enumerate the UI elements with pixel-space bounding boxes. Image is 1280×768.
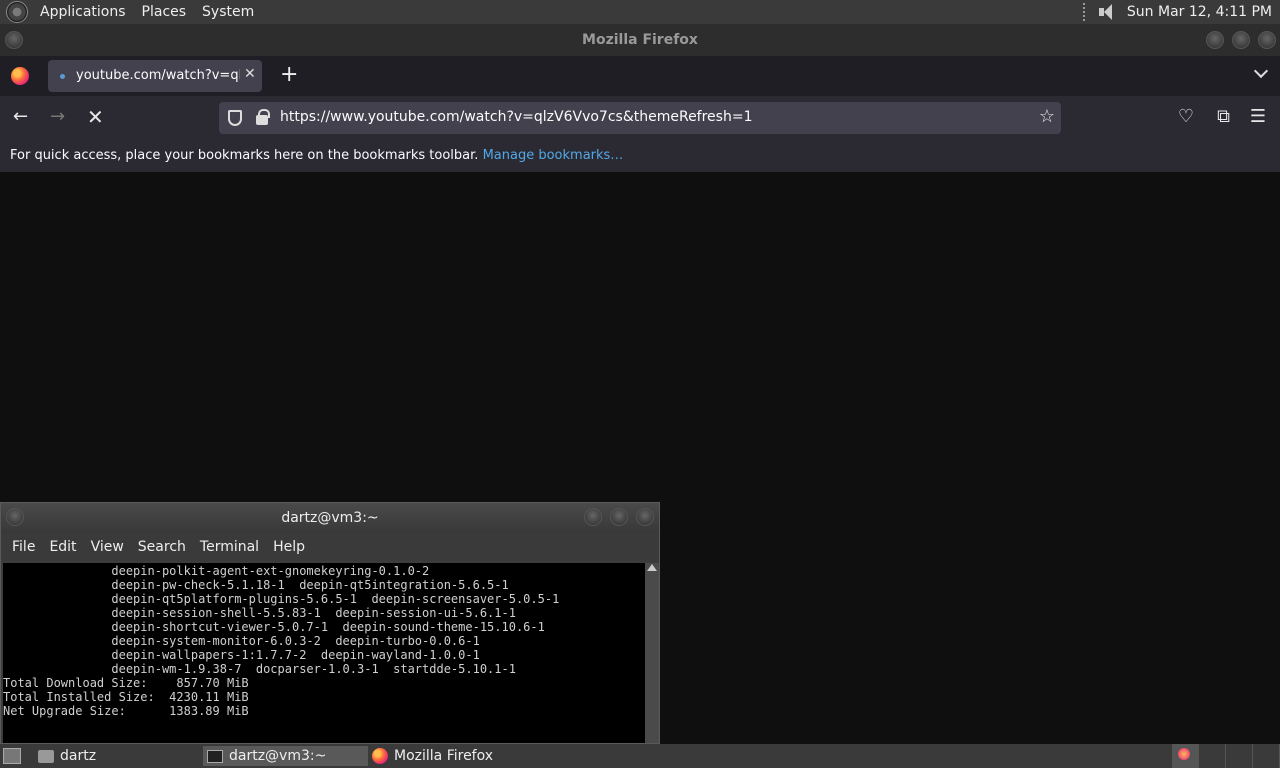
workspace-3[interactable] [1226,744,1253,768]
terminal-line: deepin-qt5platform-plugins-5.6.5-1 deepi… [3,592,560,606]
menu-edit[interactable]: Edit [42,539,83,555]
close-window-button[interactable] [1258,31,1276,49]
firefox-titlebar[interactable]: Mozilla Firefox [0,24,1280,56]
stop-loading-icon[interactable]: ✕ [87,106,104,128]
menu-help[interactable]: Help [266,539,312,555]
firefox-view-icon[interactable] [11,67,29,85]
taskbar-label: dartz@vm3:~ [229,748,327,764]
menu-file[interactable]: File [5,539,42,555]
taskbar-item-terminal[interactable]: dartz@vm3:~ [203,746,368,766]
forward-icon[interactable]: → [50,106,65,128]
panel-tray: Sun Mar 12, 4:11 PM [1082,0,1272,24]
firefox-icon [372,748,388,764]
manage-bookmarks-link[interactable]: Manage bookmarks… [483,148,624,163]
terminal-title: dartz@vm3:~ [281,510,379,526]
terminal-maximize-button[interactable] [610,508,628,526]
desktop: Applications Places System Sun Mar 12, 4… [0,0,1280,768]
bottom-panel: dartz dartz@vm3:~ Mozilla Firefox [0,744,1280,768]
menu-view[interactable]: View [84,539,131,555]
terminal-line: deepin-polkit-agent-ext-gnomekeyring-0.1… [3,564,430,578]
system-menu[interactable]: System [194,0,262,24]
terminal-line: deepin-wm-1.9.38-7 docparser-1.0.3-1 sta… [3,662,516,676]
back-icon[interactable]: ← [13,106,28,128]
terminal-line: Net Upgrade Size: 1383.89 MiB [3,704,249,718]
menu-terminal[interactable]: Terminal [193,539,266,555]
address-bar[interactable]: https://www.youtube.com/watch?v=qlzV6Vvo… [219,102,1061,134]
tab-title: youtube.com/watch?v=qlzV6 [76,68,240,83]
new-tab-icon[interactable]: + [280,62,298,88]
folder-icon [38,749,54,763]
tracking-protection-shield-icon[interactable] [228,110,242,126]
bookmarks-toolbar: For quick access, place your bookmarks h… [0,140,1280,172]
top-panel: Applications Places System Sun Mar 12, 4… [0,0,1280,24]
bookmarks-hint: For quick access, place your bookmarks h… [10,148,479,163]
terminal-line: deepin-system-monitor-6.0.3-2 deepin-tur… [3,634,480,648]
url-text[interactable]: https://www.youtube.com/watch?v=qlzV6Vvo… [280,109,752,125]
workspace-2[interactable] [1199,744,1226,768]
menu-search[interactable]: Search [131,539,193,555]
maximize-button[interactable] [1232,31,1250,49]
terminal-menubar: File Edit View Search Terminal Help [1,533,659,561]
distro-logo-icon[interactable] [6,1,28,23]
close-tab-icon[interactable]: ✕ [244,66,256,82]
volume-icon[interactable] [1097,3,1117,21]
terminal-output[interactable]: deepin-polkit-agent-ext-gnomekeyring-0.1… [3,563,645,743]
extensions-icon[interactable]: ⧉ [1217,106,1230,128]
lock-icon[interactable] [256,109,270,125]
taskbar-label: Mozilla Firefox [394,748,494,764]
bookmark-star-icon[interactable]: ☆ [1039,106,1055,127]
taskbar-item-firefox[interactable]: Mozilla Firefox [372,746,493,766]
scroll-up-arrow-icon[interactable] [647,564,657,571]
terminal-titlebar[interactable]: dartz@vm3:~ [1,503,659,533]
applications-menu[interactable]: Applications [32,0,134,24]
panel-handle [1082,3,1087,21]
taskbar-label: dartz [60,748,97,764]
tab-bar: youtube.com/watch?v=qlzV6 ✕ + [0,56,1280,96]
show-desktop-icon[interactable] [3,748,21,764]
terminal-line: deepin-session-shell-5.5.83-1 deepin-ses… [3,606,516,620]
terminal-icon [207,749,223,763]
list-all-tabs-icon[interactable] [1253,63,1269,79]
pocket-icon[interactable]: ♡ [1178,106,1194,128]
terminal-line: deepin-wallpapers-1:1.7.7-2 deepin-wayla… [3,648,480,662]
terminal-minimize-button[interactable] [584,508,602,526]
loading-indicator-icon [60,74,65,79]
places-menu[interactable]: Places [134,0,195,24]
minimize-button[interactable] [1206,31,1224,49]
terminal-scrollbar[interactable] [645,563,659,743]
workspace-switcher[interactable] [1172,744,1280,768]
terminal-close-button[interactable] [636,508,654,526]
window-title: Mozilla Firefox [582,32,698,48]
terminal-line: deepin-shortcut-viewer-5.0.7-1 deepin-so… [3,620,545,634]
workspace-4[interactable] [1253,744,1280,768]
terminal-window: dartz@vm3:~ File Edit View Search Termin… [0,502,660,744]
taskbar-item-file-manager[interactable]: dartz [38,746,96,766]
terminal-line: deepin-pw-check-5.1.18-1 deepin-qt5integ… [3,578,509,592]
hamburger-menu-icon[interactable]: ☰ [1250,106,1266,128]
workspace-1[interactable] [1172,744,1199,768]
clock[interactable]: Sun Mar 12, 4:11 PM [1127,4,1272,20]
tab-youtube[interactable]: youtube.com/watch?v=qlzV6 ✕ [48,60,262,92]
terminal-line: Total Installed Size: 4230.11 MiB [3,690,249,704]
navigation-bar: ← → ✕ https://www.youtube.com/watch?v=ql… [0,96,1280,140]
terminal-line: Total Download Size: 857.70 MiB [3,676,249,690]
